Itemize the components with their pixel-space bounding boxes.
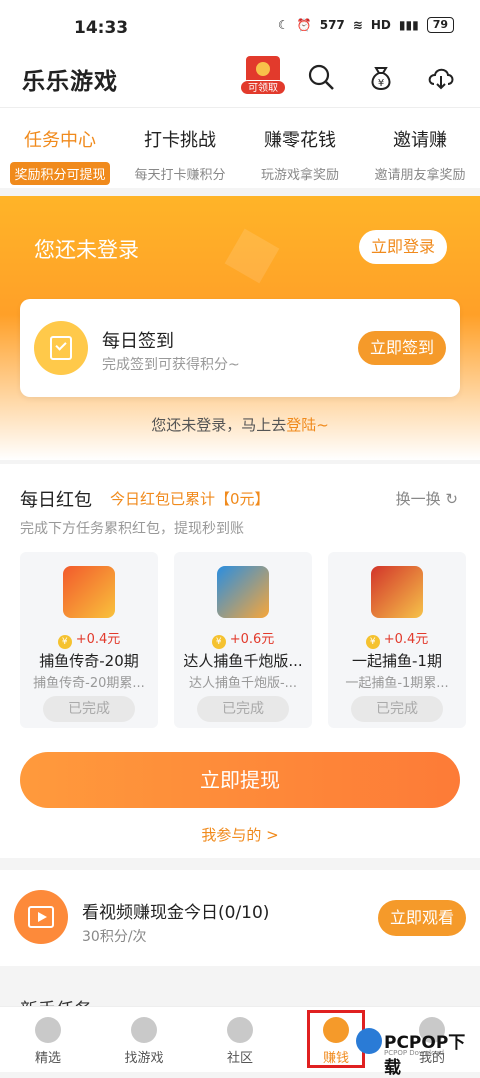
gamepad-icon [131, 1017, 157, 1043]
cloud-download-icon[interactable] [426, 62, 456, 92]
game-icon [63, 566, 115, 618]
coin-icon: ¥ [211, 635, 226, 649]
money-bag-icon[interactable]: ¥ [366, 62, 396, 92]
game-reward: ¥ +0.4元 [328, 628, 466, 649]
redpacket-section: 每日红包 今日红包已累计【0元】 换一换 ↻ 完成下方任务累积红包，提现秒到账 … [0, 464, 480, 858]
nav-community[interactable]: 社区 [192, 1017, 288, 1066]
refresh-icon: ↻ [445, 490, 458, 508]
login-tip: 您还未登录，马上去登陆~ [0, 414, 480, 435]
svg-text:¥: ¥ [378, 78, 384, 89]
completed-badge: 已完成 [43, 696, 135, 722]
signal-icon: ▮▮▮ [398, 18, 419, 32]
tab-label: 任务中心 [24, 130, 96, 151]
game-card[interactable]: ¥ +0.4元 一起捕鱼-1期 一起捕鱼-1期累... 已完成 [328, 552, 466, 728]
signin-button[interactable]: 立即签到 [358, 331, 446, 365]
watermark: PCPOP下载 PCPOP Download [356, 1024, 480, 1078]
moon-icon: ☾ [278, 18, 289, 32]
withdraw-button[interactable]: 立即提现 [20, 752, 460, 808]
game-reward: ¥ +0.6元 [174, 628, 312, 649]
section-title: 每日红包 [20, 490, 92, 511]
tab-sub: 玩游戏拿奖励 [260, 168, 339, 183]
completed-badge: 已完成 [197, 696, 289, 722]
game-desc: 达人捕鱼千炮版-... [188, 676, 298, 691]
accumulated-text: 今日红包已累计【0元】 [110, 490, 270, 508]
nav-label: 社区 [226, 1051, 253, 1066]
battery-icon: 79 [426, 17, 454, 33]
net-speed: 577 [319, 18, 345, 32]
section-subtitle: 完成下方任务累积红包，提现秒到账 [20, 521, 244, 537]
my-participation-link[interactable]: 我参与的 > [0, 824, 480, 845]
hd-badge: HD [370, 18, 391, 32]
game-icon [217, 566, 269, 618]
video-title: 看视频赚现金今日(0/10) [82, 903, 270, 923]
calendar-check-icon [34, 321, 88, 375]
refresh-button[interactable]: 换一换 ↻ [396, 488, 458, 509]
redpacket-button[interactable]: 可领取 [240, 56, 286, 96]
login-button[interactable]: 立即登录 [359, 230, 447, 264]
coin-icon: ¥ [365, 635, 380, 649]
game-desc: 一起捕鱼-1期累... [345, 676, 449, 691]
signin-desc: 完成签到可获得积分~ [102, 357, 240, 373]
tab-label: 打卡挑战 [144, 130, 216, 151]
search-icon[interactable] [306, 62, 336, 92]
reward-value: +0.6元 [229, 632, 275, 647]
game-name: 一起捕鱼-1期 [352, 652, 442, 670]
status-time: 14:33 [74, 18, 129, 38]
pcpop-logo-icon [356, 1028, 382, 1054]
status-bar: 14:33 ☾ ⏰ 577 ≋ HD ▮▮▮ 79 [0, 0, 480, 52]
alarm-icon: ⏰ [296, 18, 312, 32]
tab-sub: 邀请朋友拿奖励 [374, 168, 466, 183]
game-reward: ¥ +0.4元 [20, 628, 158, 649]
star-icon [35, 1017, 61, 1043]
completed-badge: 已完成 [351, 696, 443, 722]
video-icon [14, 890, 68, 944]
app-bar: 乐乐游戏 可领取 ¥ [0, 52, 480, 108]
reward-value: +0.4元 [383, 632, 429, 647]
tab-sub: 奖励积分可提现 [10, 162, 110, 185]
refresh-label: 换一换 [395, 490, 441, 508]
tab-label: 邀请赚 [393, 130, 447, 151]
video-desc: 30积分/次 [82, 929, 147, 945]
signin-title: 每日签到 [102, 331, 174, 352]
app-title: 乐乐游戏 [22, 69, 118, 95]
chat-icon [227, 1017, 253, 1043]
game-card[interactable]: ¥ +0.6元 达人捕鱼千炮版... 达人捕鱼千炮版-... 已完成 [174, 552, 312, 728]
login-link[interactable]: 登陆~ [286, 416, 329, 434]
nav-featured[interactable]: 精选 [0, 1017, 96, 1066]
tab-earn[interactable]: 赚零花钱 玩游戏拿奖励 [240, 126, 360, 185]
game-desc: 捕鱼传奇-20期累... [33, 676, 145, 691]
game-name: 达人捕鱼千炮版... [183, 652, 303, 670]
coin-icon: ¥ [57, 635, 72, 649]
nav-label: 精选 [34, 1051, 61, 1066]
nav-find-games[interactable]: 找游戏 [96, 1017, 192, 1066]
game-icon [371, 566, 423, 618]
tab-label: 赚零花钱 [264, 130, 336, 151]
not-logged-text: 您还未登录 [34, 238, 139, 262]
watch-button[interactable]: 立即观看 [378, 900, 466, 936]
nav-label: 找游戏 [124, 1051, 164, 1066]
video-task: 看视频赚现金今日(0/10) 30积分/次 立即观看 [0, 870, 480, 966]
game-name: 捕鱼传奇-20期 [39, 652, 139, 670]
signin-card: 每日签到 完成签到可获得积分~ 立即签到 [20, 299, 460, 397]
wifi-icon: ≋ [352, 18, 363, 32]
coin-icon [256, 62, 270, 76]
tab-invite[interactable]: 邀请赚 邀请朋友拿奖励 [360, 126, 480, 185]
tab-task-center[interactable]: 任务中心 奖励积分可提现 [0, 126, 120, 185]
tab-sub: 每天打卡赚积分 [134, 168, 226, 183]
top-tabs: 任务中心 奖励积分可提现 打卡挑战 每天打卡赚积分 赚零花钱 玩游戏拿奖励 邀请… [0, 108, 480, 188]
tab-checkin[interactable]: 打卡挑战 每天打卡赚积分 [120, 126, 240, 185]
login-tip-text: 您还未登录，马上去 [151, 416, 287, 434]
redpacket-tag: 可领取 [240, 80, 286, 95]
watermark-sub: PCPOP Download [384, 1049, 445, 1057]
reward-value: +0.4元 [75, 632, 121, 647]
status-icons: ☾ ⏰ 577 ≋ HD ▮▮▮ 79 [278, 17, 454, 33]
game-card[interactable]: ¥ +0.4元 捕鱼传奇-20期 捕鱼传奇-20期累... 已完成 [20, 552, 158, 728]
decoration [224, 228, 280, 284]
